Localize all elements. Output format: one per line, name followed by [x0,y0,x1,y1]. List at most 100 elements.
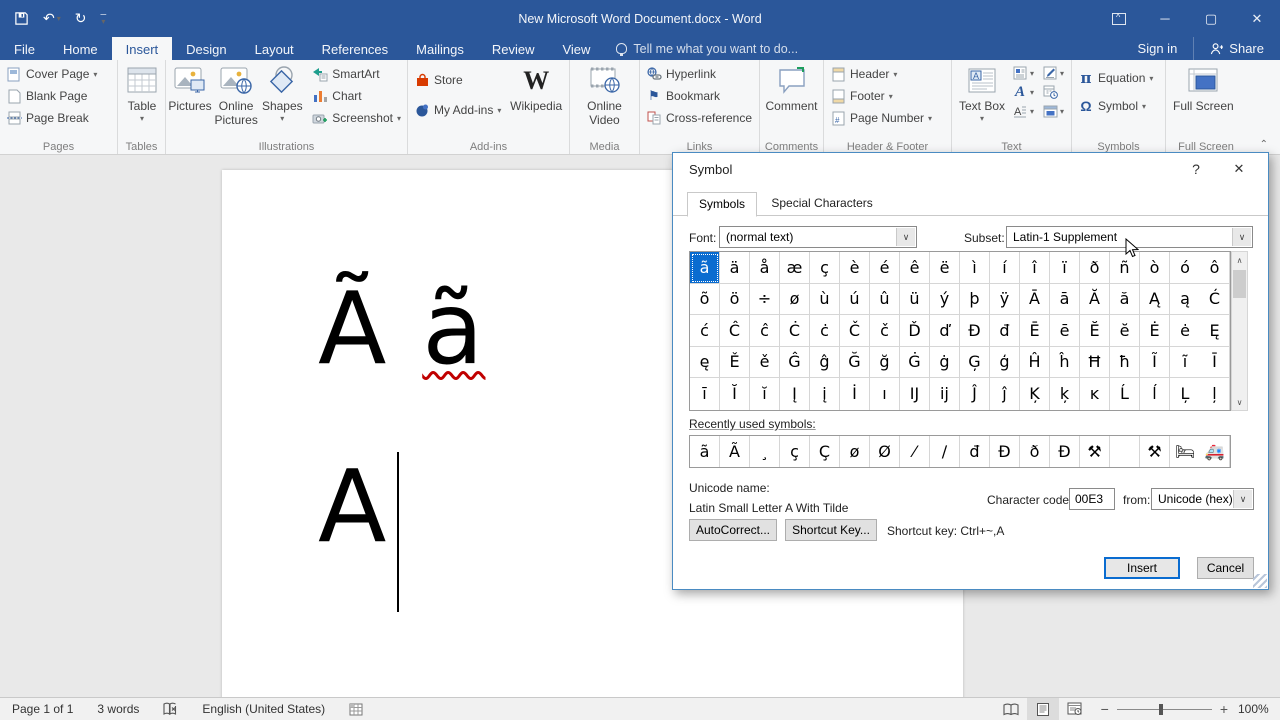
symbol-cell[interactable]: ÿ [990,284,1020,316]
symbol-cell[interactable]: ć [690,315,720,347]
symbol-grid-scrollbar[interactable]: ∧ ∨ [1231,251,1248,411]
symbol-cell[interactable]: ĥ [1050,347,1080,379]
symbol-cell[interactable]: Ĥ [1020,347,1050,379]
from-dropdown-arrow-icon[interactable]: ∨ [1233,490,1252,508]
symbol-cell[interactable]: ô [1200,252,1230,284]
symbol-cell[interactable]: ğ [870,347,900,379]
symbol-cell[interactable]: ı [870,378,900,410]
tab-layout[interactable]: Layout [241,37,308,60]
recent-symbol-cell[interactable] [1110,436,1140,467]
wikipedia-button[interactable]: W Wikipedia [505,62,567,116]
symbol-cell[interactable]: û [870,284,900,316]
share-button[interactable]: Share [1193,37,1280,60]
symbol-cell[interactable]: Į [780,378,810,410]
recent-symbol-cell[interactable]: Ã [720,436,750,467]
object-button[interactable]: ▾ [1042,103,1064,119]
page-count[interactable]: Page 1 of 1 [0,702,85,716]
symbol-cell[interactable]: č [870,315,900,347]
equation-button[interactable]: πEquation▾ [1074,68,1157,88]
symbol-cell[interactable]: ġ [930,347,960,379]
quick-parts-button[interactable]: ▾ [1012,65,1034,81]
symbol-cell[interactable]: Ă [1080,284,1110,316]
symbol-cell[interactable]: þ [960,284,990,316]
maximize-button[interactable]: ▢ [1188,0,1234,37]
symbol-cell[interactable]: ī [690,378,720,410]
symbol-cell[interactable]: Đ [960,315,990,347]
symbol-cell[interactable]: æ [780,252,810,284]
symbol-cell[interactable]: ļ [1200,378,1230,410]
read-mode-button[interactable] [995,698,1027,720]
dialog-resize-grip[interactable] [1253,574,1267,588]
symbol-cell[interactable]: Ĭ [720,378,750,410]
recent-symbol-cell[interactable]: đ [960,436,990,467]
redo-button[interactable]: ↻ [75,10,87,27]
chart-button[interactable]: Chart [308,86,405,106]
recent-symbol-cell[interactable]: ⁄ [900,436,930,467]
cover-page-button[interactable]: Cover Page▾ [2,64,101,84]
symbol-cell[interactable]: í [990,252,1020,284]
symbol-cell[interactable]: Ě [720,347,750,379]
macro-record-icon[interactable] [337,703,375,716]
tab-home[interactable]: Home [49,37,112,60]
scrollbar-thumb[interactable] [1233,270,1246,298]
symbol-cell[interactable]: ÷ [750,284,780,316]
cross-reference-button[interactable]: Cross-reference [642,108,756,128]
symbol-cell[interactable]: ý [930,284,960,316]
blank-page-button[interactable]: Blank Page [2,86,101,106]
pictures-button[interactable]: Pictures [168,62,212,116]
symbol-cell[interactable]: Ģ [960,347,990,379]
symbol-cell[interactable]: ă [1110,284,1140,316]
symbol-cell[interactable]: ĺ [1140,378,1170,410]
symbol-cell[interactable]: ö [720,284,750,316]
symbol-cell[interactable]: ó [1170,252,1200,284]
symbol-cell[interactable]: ą [1170,284,1200,316]
symbol-cell[interactable]: Ĵ [960,378,990,410]
symbol-cell[interactable]: ĩ [1170,347,1200,379]
symbol-cell[interactable]: ã [690,252,720,284]
symbol-cell[interactable]: ð [1080,252,1110,284]
autocorrect-button[interactable]: AutoCorrect... [689,519,777,541]
symbol-cell[interactable]: ù [810,284,840,316]
comment-button[interactable]: Comment [762,62,821,116]
recent-symbol-cell[interactable]: 🛏 [1170,436,1200,467]
wordart-button[interactable]: A▾ [1012,84,1034,100]
symbol-cell[interactable]: Ė [1140,315,1170,347]
symbol-cell[interactable]: Ĝ [780,347,810,379]
symbol-cell[interactable]: ę [690,347,720,379]
dialog-close-button[interactable]: ✕ [1228,161,1250,177]
symbol-cell[interactable]: ě [750,347,780,379]
symbol-cell[interactable]: ċ [810,315,840,347]
hyperlink-button[interactable]: Hyperlink [642,64,756,84]
symbol-cell[interactable]: õ [690,284,720,316]
symbol-cell[interactable]: Ā [1020,284,1050,316]
symbol-cell[interactable]: İ [840,378,870,410]
symbol-cell[interactable]: å [750,252,780,284]
tab-design[interactable]: Design [172,37,240,60]
tab-references[interactable]: References [308,37,402,60]
symbol-cell[interactable]: ï [1050,252,1080,284]
symbol-cell[interactable]: Ċ [780,315,810,347]
undo-button[interactable]: ↶▾ [43,10,61,27]
symbol-cell[interactable]: Ą [1140,284,1170,316]
insert-button[interactable]: Insert [1104,557,1180,579]
symbol-cell[interactable]: ø [780,284,810,316]
recent-symbol-cell[interactable]: ⚒ [1140,436,1170,467]
recent-symbol-cell[interactable]: ç [780,436,810,467]
symbol-cell[interactable]: ķ [1050,378,1080,410]
recent-symbol-cell[interactable]: ø [840,436,870,467]
tab-mailings[interactable]: Mailings [402,37,478,60]
drop-cap-button[interactable]: A▾ [1012,103,1034,119]
header-button[interactable]: Header▾ [826,64,936,84]
page-break-button[interactable]: Page Break [2,108,101,128]
symbol-cell[interactable]: ç [810,252,840,284]
tab-file[interactable]: File [0,37,49,60]
recent-symbol-cell[interactable]: ∕ [930,436,960,467]
symbol-cell[interactable]: ĉ [750,315,780,347]
collapse-ribbon-button[interactable]: ⌃ [1260,139,1268,150]
symbol-cell[interactable]: Ĉ [720,315,750,347]
symbol-cell[interactable]: ė [1170,315,1200,347]
zoom-in-button[interactable]: + [1220,701,1228,717]
dialog-tab-symbols[interactable]: Symbols [687,192,757,217]
shortcut-key-button[interactable]: Shortcut Key... [785,519,877,541]
text-box-button[interactable]: A Text Box ▾ [954,62,1010,125]
